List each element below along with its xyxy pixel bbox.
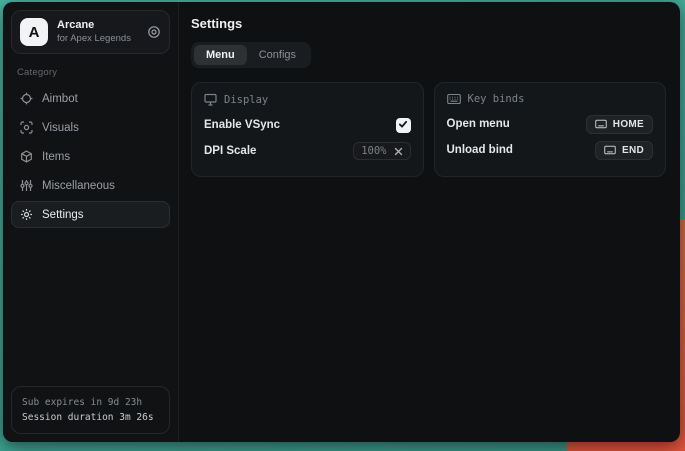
tab-configs[interactable]: Configs	[247, 45, 308, 65]
sidebar-item-items[interactable]: Items	[11, 143, 170, 170]
display-card-title: Display	[224, 94, 268, 106]
keyboard-icon	[595, 119, 607, 129]
setting-row-vsync: Enable VSync	[204, 112, 411, 138]
display-card: Display Enable VSync DPI Scale	[191, 82, 424, 177]
sidebar-item-label: Miscellaneous	[42, 180, 115, 192]
tab-menu[interactable]: Menu	[194, 45, 247, 65]
scan-eye-icon	[20, 121, 33, 134]
sidebar-spacer	[11, 228, 170, 386]
open-menu-keybind-button[interactable]: HOME	[586, 115, 653, 134]
sidebar-item-miscellaneous[interactable]: Miscellaneous	[11, 172, 170, 199]
app-name: Arcane	[57, 19, 138, 33]
app-header-card: A Arcane for Apex Legends	[11, 10, 170, 54]
page-title: Settings	[191, 16, 666, 31]
sidebar-item-label: Aimbot	[42, 93, 78, 105]
keybinds-card-header: Key binds	[447, 93, 654, 105]
tab-bar: Menu Configs	[191, 42, 311, 68]
setting-label: Enable VSync	[204, 119, 280, 131]
sidebar-item-settings[interactable]: Settings	[11, 201, 170, 228]
app-subtitle: for Apex Legends	[57, 33, 138, 45]
session-duration-text: Session duration 3m 26s	[22, 410, 159, 425]
monitor-icon	[204, 93, 217, 106]
sidebar-item-label: Items	[42, 151, 70, 163]
category-label: Category	[17, 67, 164, 78]
sidebar-item-visuals[interactable]: Visuals	[11, 114, 170, 141]
sidebar: A Arcane for Apex Legends Category	[3, 2, 179, 442]
setting-label: Open menu	[447, 118, 510, 130]
crosshair-icon	[20, 92, 33, 105]
keybind-value: END	[622, 145, 644, 156]
keyboard-icon	[604, 145, 616, 155]
setting-row-dpi: DPI Scale 100%	[204, 138, 411, 164]
app-logo: A	[20, 18, 48, 46]
vsync-checkbox[interactable]	[396, 118, 411, 133]
setting-label: DPI Scale	[204, 145, 256, 157]
unload-bind-keybind-button[interactable]: END	[595, 141, 653, 160]
check-icon	[398, 116, 408, 134]
sidebar-item-aimbot[interactable]: Aimbot	[11, 85, 170, 112]
app-meta: Arcane for Apex Legends	[57, 19, 138, 45]
keyboard-icon	[447, 93, 461, 105]
target-icon[interactable]	[147, 25, 161, 39]
sub-expiry-text: Sub expires in 9d 23h	[22, 395, 159, 410]
sidebar-item-label: Visuals	[42, 122, 79, 134]
main-panel: Settings Menu Configs Display	[179, 2, 680, 442]
gear-icon	[20, 208, 33, 221]
keybind-value: HOME	[613, 119, 644, 130]
dpi-scale-input[interactable]: 100%	[353, 142, 410, 160]
overlay-window: A Arcane for Apex Legends Category	[3, 2, 680, 442]
setting-row-unload-bind: Unload bind END	[447, 137, 654, 163]
sidebar-nav: Aimbot Visuals Items	[11, 85, 170, 228]
display-card-header: Display	[204, 93, 411, 106]
sidebar-item-label: Settings	[42, 209, 84, 221]
keybinds-card: Key binds Open menu HOME	[434, 82, 667, 177]
x-icon[interactable]	[394, 147, 403, 156]
keybinds-card-title: Key binds	[468, 93, 525, 105]
setting-row-open-menu: Open menu HOME	[447, 111, 654, 137]
subscription-card: Sub expires in 9d 23h Session duration 3…	[11, 386, 170, 434]
package-icon	[20, 150, 33, 163]
sliders-icon	[20, 179, 33, 192]
setting-label: Unload bind	[447, 144, 513, 156]
settings-cards: Display Enable VSync DPI Scale	[191, 82, 666, 177]
dpi-scale-value: 100%	[361, 145, 386, 157]
